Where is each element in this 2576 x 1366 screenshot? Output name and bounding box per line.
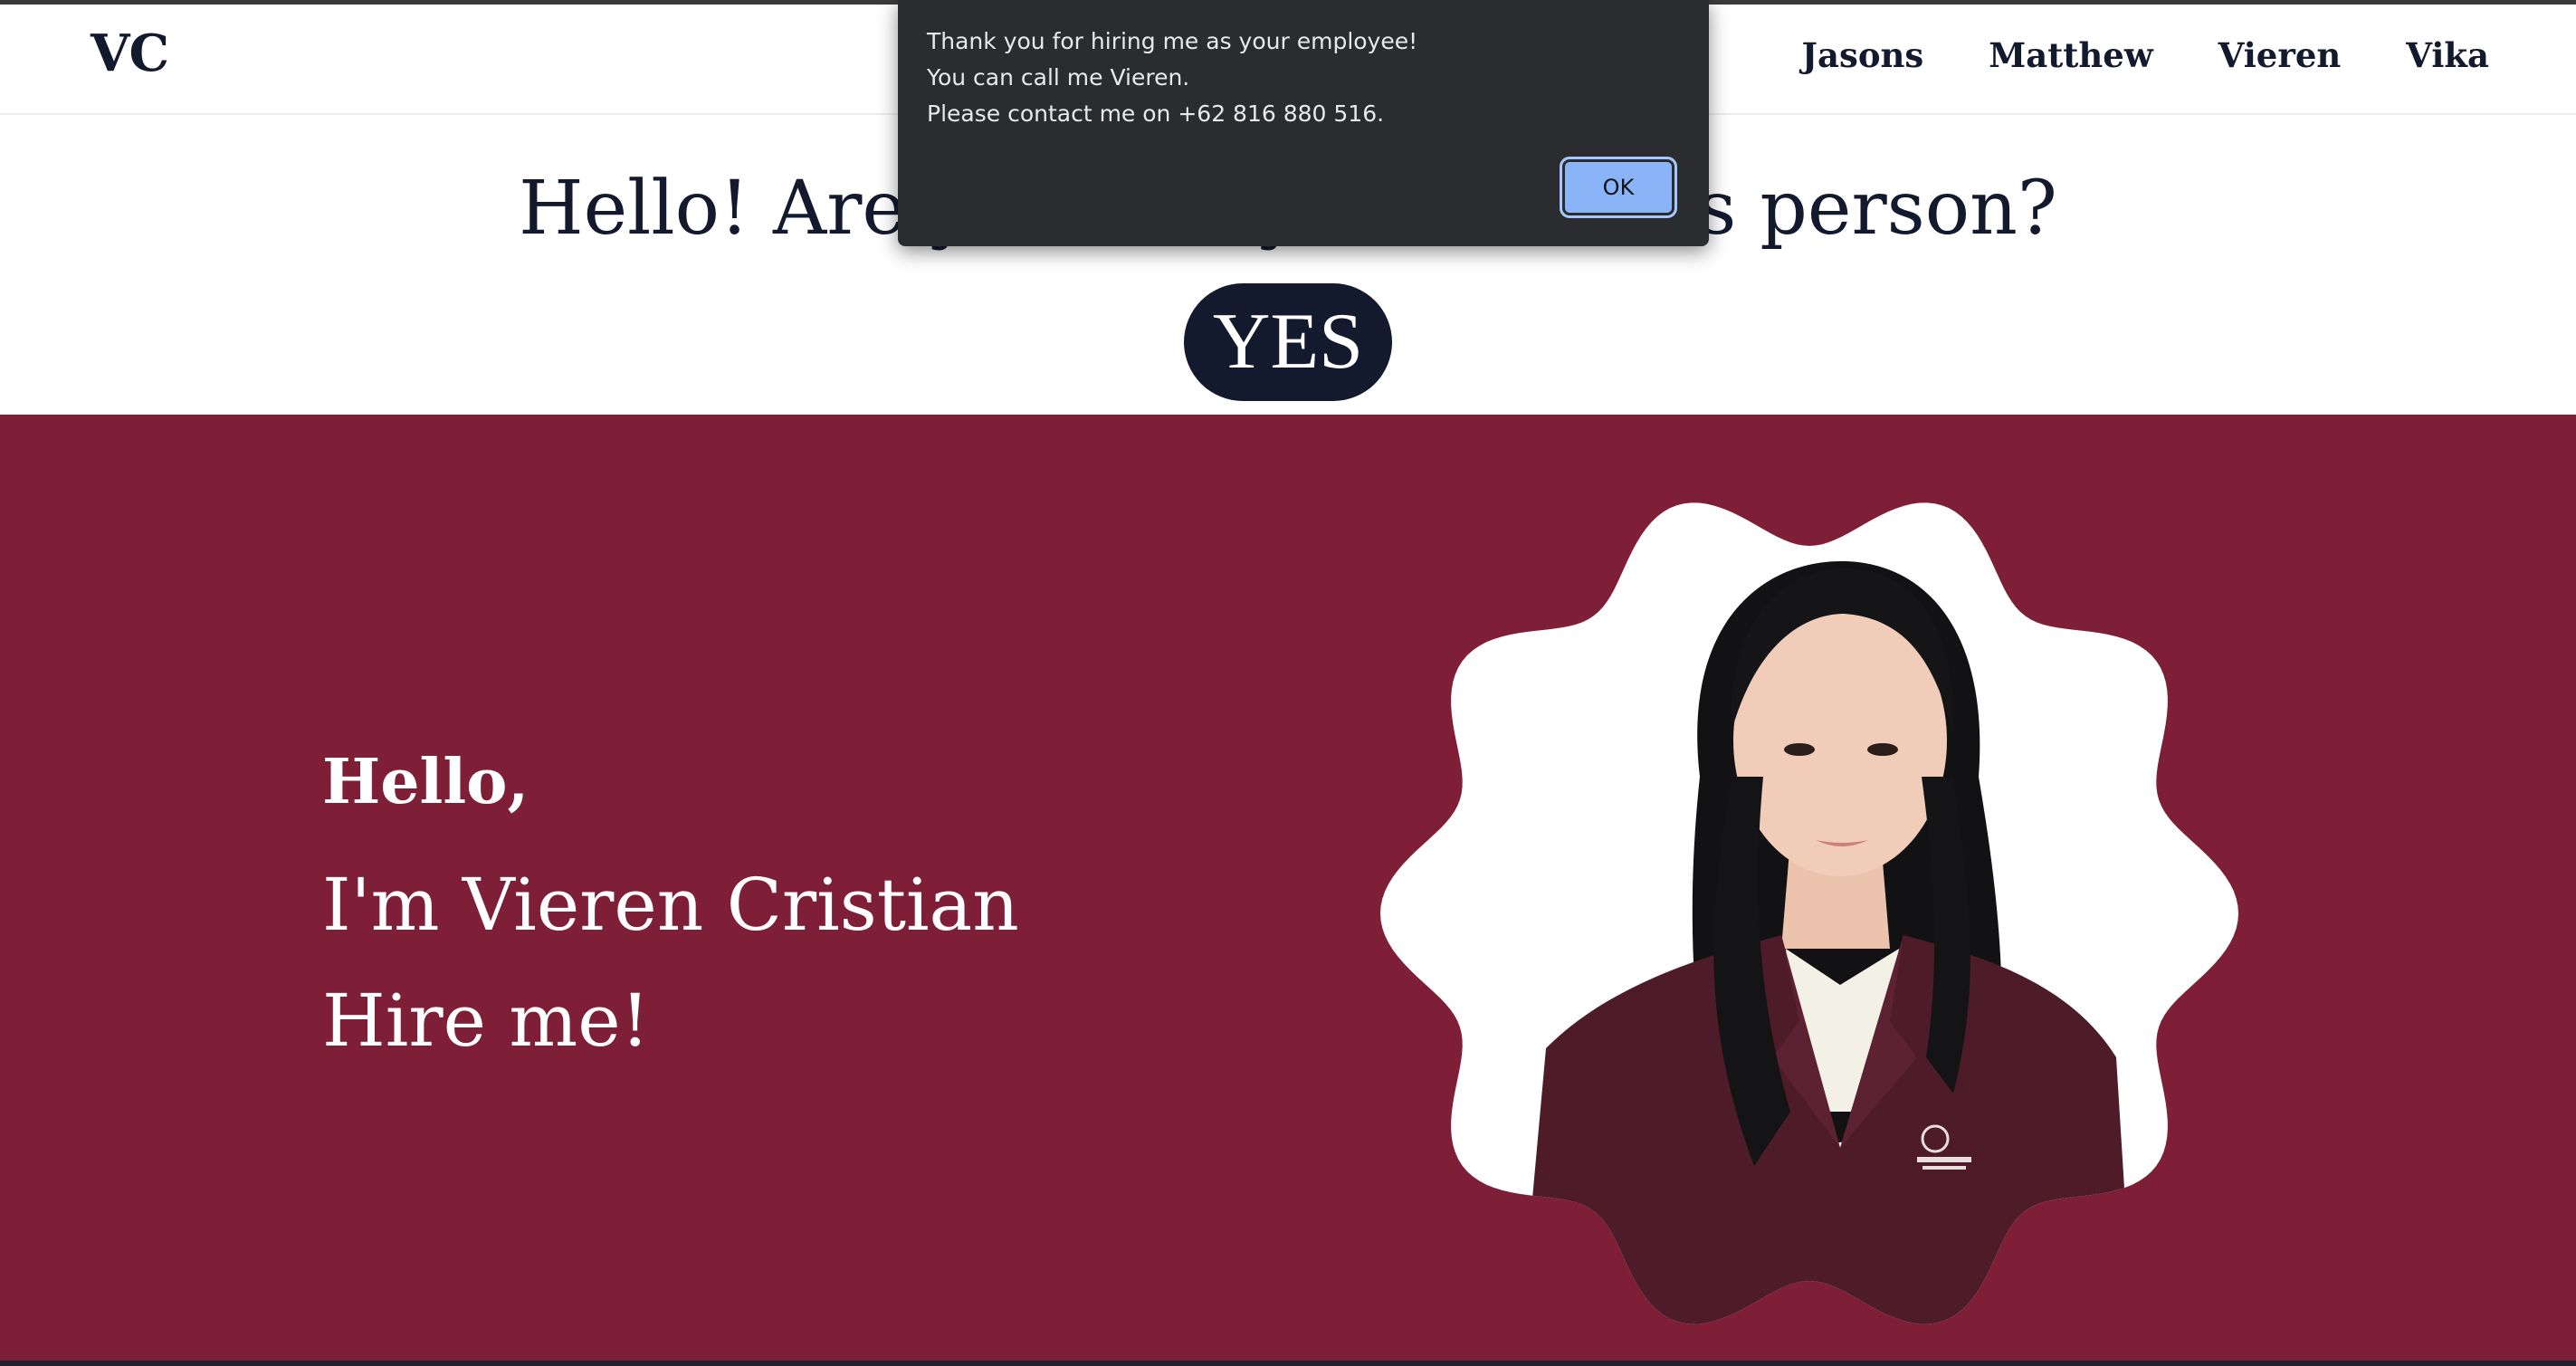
alert-dialog: Thank you for hiring me as your employee… [898,0,1709,246]
nav-link-vieren[interactable]: Vieren [2218,39,2342,72]
hero-name: I'm Vieren Cristian [322,863,1019,947]
hero-cta: Hire me! [322,979,650,1063]
nav-link-vika[interactable]: Vika [2406,39,2489,72]
nav-links: Jasons Matthew Vieren Vika [1802,39,2489,72]
nav-link-jasons[interactable]: Jasons [1802,39,1924,72]
yes-button[interactable]: YES [1184,283,1392,401]
dialog-ok-button[interactable]: OK [1560,157,1677,218]
hero-greeting: Hello, [322,746,530,818]
dialog-message-line: Please contact me on +62 816 880 516. [927,100,1385,127]
dialog-message-line: Thank you for hiring me as your employee… [927,28,1418,54]
bottom-edge [0,1361,2576,1366]
dialog-message-line: You can call me Vieren. [927,64,1190,91]
brand-logo[interactable]: VC [91,28,169,79]
profile-photo [1374,478,2245,1349]
nav-link-matthew[interactable]: Matthew [1989,39,2152,72]
hero-section: Hello, I'm Vieren Cristian Hire me! [0,415,2576,1361]
